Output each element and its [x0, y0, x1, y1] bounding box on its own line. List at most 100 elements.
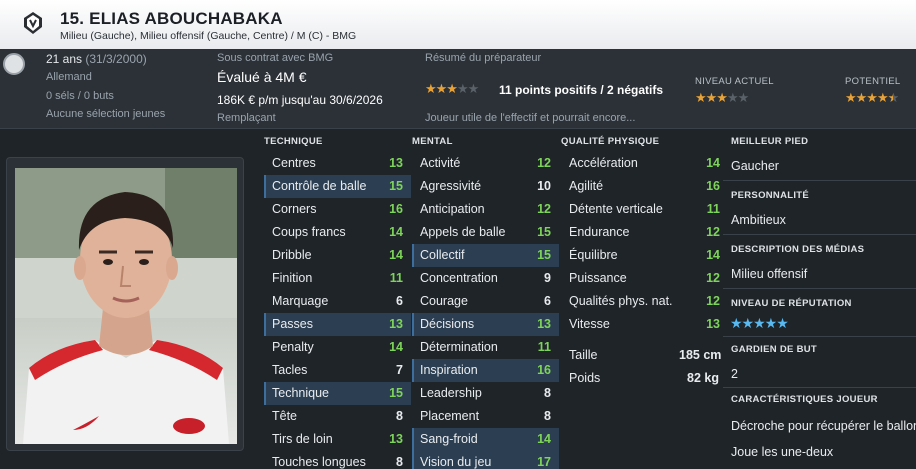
goalkeeper-label: GARDIEN DE BUT: [731, 344, 818, 355]
nationality-badge-icon[interactable]: [3, 53, 25, 75]
attribute-row[interactable]: Placement 8: [412, 405, 559, 428]
divider: [723, 387, 916, 388]
attribute-row[interactable]: Contrôle de balle 15: [264, 175, 411, 198]
attribute-row[interactable]: Accélération 14: [561, 152, 728, 175]
player-header: 15. ELIAS ABOUCHABAKA Milieu (Gauche), M…: [0, 0, 916, 49]
attribute-name: Penalty: [272, 340, 314, 354]
attribute-name: Dribble: [272, 248, 312, 262]
squad-role: Remplaçant: [217, 112, 276, 124]
attribute-value: 12: [706, 271, 720, 285]
attribute-name: Sang-froid: [420, 432, 478, 446]
youth-caps: Aucune sélection jeunes: [46, 108, 166, 120]
attribute-row[interactable]: Centres 13: [264, 152, 411, 175]
attribute-name: Courage: [420, 294, 468, 308]
attribute-name: Vitesse: [569, 317, 610, 331]
attribute-value: 13: [389, 156, 403, 170]
media-description-value: Milieu offensif: [731, 267, 808, 281]
attribute-name: Inspiration: [420, 363, 478, 377]
attribute-name: Coups francs: [272, 225, 346, 239]
player-trait[interactable]: Joue les une-deux: [731, 445, 833, 459]
attribute-name: Tête: [272, 409, 298, 423]
attribute-value: 15: [389, 386, 403, 400]
attribute-value: 8: [544, 386, 551, 400]
attribute-row[interactable]: Penalty 14: [264, 336, 411, 359]
attribute-row[interactable]: Concentration 9: [412, 267, 559, 290]
attribute-name: Appels de balle: [420, 225, 506, 239]
attribute-row[interactable]: Tirs de loin 13: [264, 428, 411, 451]
personality-label: PERSONNALITÉ: [731, 190, 810, 201]
attribute-name: Agressivité: [420, 179, 482, 193]
attribute-value: 15: [537, 248, 551, 262]
attribute-name: Marquage: [272, 294, 329, 308]
attribute-row[interactable]: Sang-froid 14: [412, 428, 559, 451]
attribute-name: Détermination: [420, 340, 498, 354]
attribute-value: 9: [544, 271, 551, 285]
media-description-label: DESCRIPTION DES MÉDIAS: [731, 244, 865, 255]
attribute-row[interactable]: Vision du jeu 17: [412, 451, 559, 469]
technique-heading: TECHNIQUE: [264, 136, 323, 147]
contract-label[interactable]: Sous contrat avec BMG: [217, 52, 333, 64]
reputation-stars: ★★★★★: [730, 315, 789, 331]
best-foot-label: MEILLEUR PIED: [731, 136, 809, 147]
attribute-row[interactable]: Touches longues 8: [264, 451, 411, 469]
attribute-row[interactable]: Équilibre 14: [561, 244, 728, 267]
attribute-name: Vision du jeu: [420, 455, 492, 469]
attribute-row[interactable]: Finition 11: [264, 267, 411, 290]
attribute-name: Leadership: [420, 386, 482, 400]
current-ability-stars: ★★★★★: [695, 90, 749, 105]
attribute-value: 15: [389, 179, 403, 193]
attribute-row[interactable]: Tête 8: [264, 405, 411, 428]
height-label: Taille: [569, 348, 598, 362]
weight-value: 82 kg: [687, 371, 719, 385]
attribute-row[interactable]: Tacles 7: [264, 359, 411, 382]
personality-value[interactable]: Ambitieux: [731, 213, 786, 227]
attribute-name: Endurance: [569, 225, 630, 239]
attribute-name: Tacles: [272, 363, 308, 377]
player-nationality[interactable]: Allemand: [46, 71, 92, 83]
coach-report-label[interactable]: Résumé du préparateur: [425, 52, 541, 64]
attribute-name: Anticipation: [420, 202, 485, 216]
attribute-row[interactable]: Détermination 11: [412, 336, 559, 359]
attribute-row[interactable]: Courage 6: [412, 290, 559, 313]
coach-summary[interactable]: 11 points positifs / 2 négatifs: [499, 83, 663, 97]
attribute-name: Puissance: [569, 271, 627, 285]
weight-label: Poids: [569, 371, 601, 385]
attribute-name: Touches longues: [272, 455, 366, 469]
attribute-row[interactable]: Détente verticale 11: [561, 198, 728, 221]
attribute-row[interactable]: Coups francs 14: [264, 221, 411, 244]
player-trait[interactable]: Décroche pour récupérer le ballon: [731, 419, 916, 433]
attribute-row[interactable]: Agressivité 10: [412, 175, 559, 198]
current-ability-label: NIVEAU ACTUEL: [695, 76, 774, 87]
physical-attributes: Accélération 14 Agilité 16 Détente verticale…: [561, 152, 728, 336]
attribute-row[interactable]: Vitesse 13: [561, 313, 728, 336]
attribute-row[interactable]: Appels de balle 15: [412, 221, 559, 244]
attribute-name: Contrôle de balle: [272, 179, 367, 193]
attribute-value: 11: [706, 202, 720, 216]
attribute-row[interactable]: Agilité 16: [561, 175, 728, 198]
attribute-row[interactable]: Endurance 12: [561, 221, 728, 244]
attribute-row[interactable]: Puissance 12: [561, 267, 728, 290]
attribute-value: 11: [389, 271, 403, 285]
attribute-value: 17: [537, 455, 551, 469]
club-crest-icon[interactable]: [22, 11, 44, 35]
attribute-row[interactable]: Leadership 8: [412, 382, 559, 405]
player-photo[interactable]: [15, 168, 237, 444]
divider: [723, 234, 916, 235]
attribute-value: 14: [706, 156, 720, 170]
attribute-row[interactable]: Technique 15: [264, 382, 411, 405]
attribute-value: 12: [537, 156, 551, 170]
attribute-row[interactable]: Activité 12: [412, 152, 559, 175]
attribute-row[interactable]: Collectif 15: [412, 244, 559, 267]
attribute-row[interactable]: Anticipation 12: [412, 198, 559, 221]
attribute-row[interactable]: Qualités phys. nat. 12: [561, 290, 728, 313]
attribute-row[interactable]: Décisions 13: [412, 313, 559, 336]
attribute-row[interactable]: Dribble 14: [264, 244, 411, 267]
international-caps: 0 séls / 0 buts: [46, 90, 114, 102]
technique-attributes: Centres 13 Contrôle de balle 15 Corners 16 Cou…: [264, 152, 411, 469]
attribute-row[interactable]: Inspiration 16: [412, 359, 559, 382]
attribute-row[interactable]: Passes 13: [264, 313, 411, 336]
attribute-row[interactable]: Corners 16: [264, 198, 411, 221]
attribute-value: 16: [537, 363, 551, 377]
attribute-value: 8: [396, 409, 403, 423]
attribute-row[interactable]: Marquage 6: [264, 290, 411, 313]
